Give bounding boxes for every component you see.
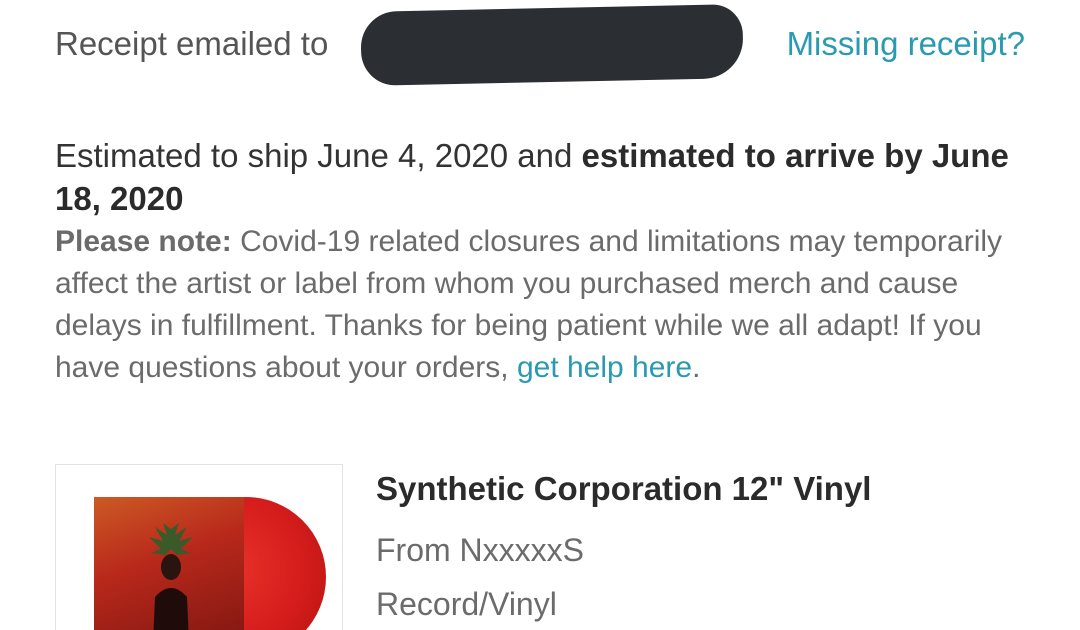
item-thumbnail[interactable] xyxy=(55,464,343,630)
item-seller: From NxxxxxS xyxy=(376,532,584,568)
ship-estimate-text: Estimated to ship June 4, 2020 and xyxy=(55,137,582,174)
note-end: . xyxy=(692,351,701,384)
item-format: Record/Vinyl xyxy=(376,586,557,622)
covid-note: Please note: Covid-19 related closures a… xyxy=(55,221,1035,389)
get-help-link[interactable]: get help here xyxy=(517,351,692,384)
ship-estimate: Estimated to ship June 4, 2020 and estim… xyxy=(55,134,1035,220)
note-label: Please note: xyxy=(55,225,232,258)
order-page: Receipt emailed to Missing receipt? Esti… xyxy=(0,0,1080,630)
shipping-info: Estimated to ship June 4, 2020 and estim… xyxy=(55,134,1035,389)
missing-receipt-link[interactable]: Missing receipt? xyxy=(787,25,1025,63)
item-title[interactable]: Synthetic Corporation 12" Vinyl xyxy=(376,470,871,508)
receipt-row: Receipt emailed to Missing receipt? xyxy=(55,4,1035,86)
receipt-label: Receipt emailed to xyxy=(55,25,329,62)
album-figure-art xyxy=(149,523,193,630)
redacted-email xyxy=(360,4,744,86)
